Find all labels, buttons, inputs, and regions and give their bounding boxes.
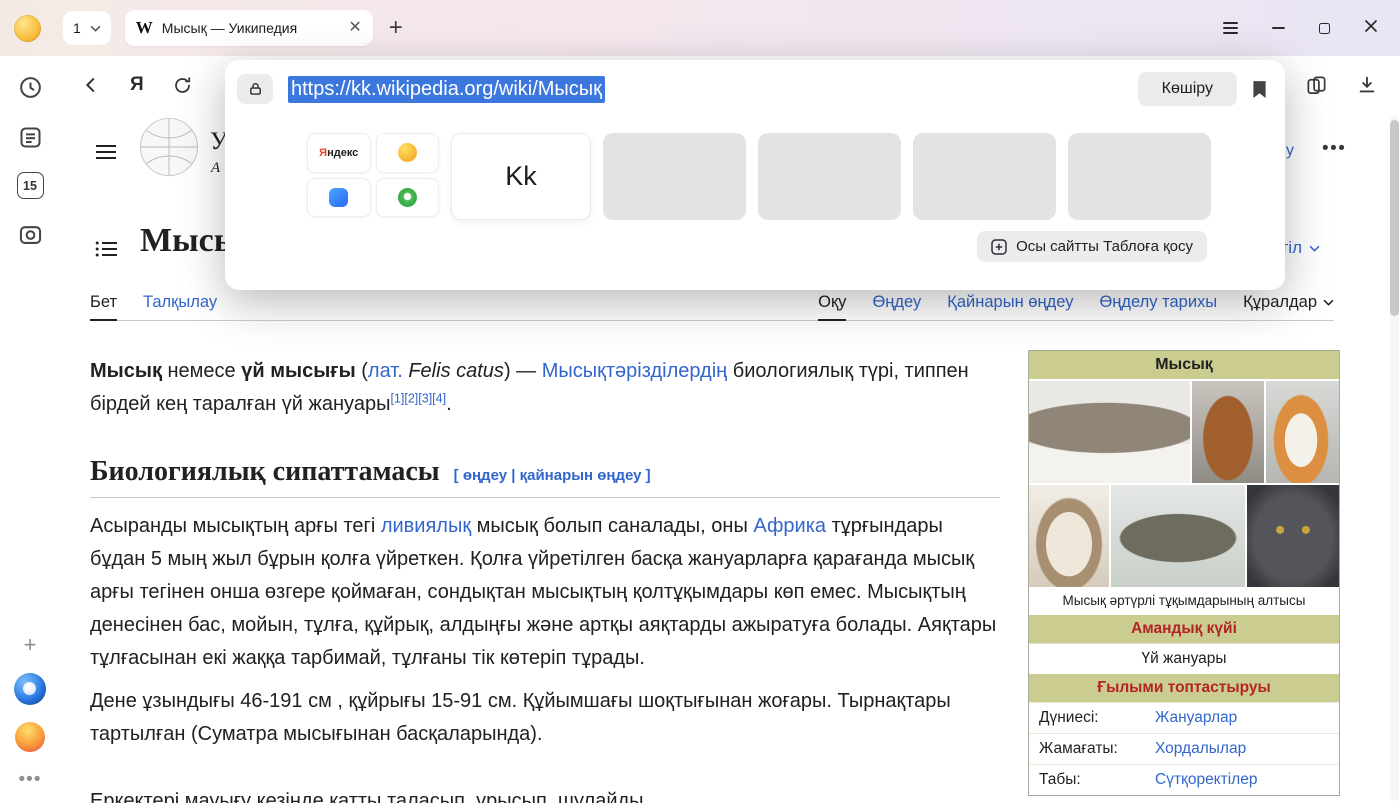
green-service-icon [398,188,417,207]
paragraph-3: Еркектері мауығу кезінде қатты таласып, … [90,785,998,803]
tab-edit[interactable]: Өңдеу [872,293,921,320]
minimize-button[interactable] [1272,27,1285,29]
history-icon[interactable] [15,72,45,102]
tablo-tiles: Яндекс Kk [225,133,1285,220]
sidebar-more-icon[interactable]: ••• [19,769,42,791]
omnibox-panel: https://kk.wikipedia.org/wiki/Мысық Көші… [225,60,1285,290]
tab-history[interactable]: Өңделу тарихы [1099,293,1217,320]
sidebar-bottom: + ••• [14,634,46,791]
profile-avatar[interactable] [14,15,41,42]
copy-url-button[interactable]: Көшіру [1138,72,1237,106]
header-link-partial[interactable]: у [1286,142,1294,160]
paragraph-1: Асыранды мысықтың арғы тегі ливиялық мыс… [90,510,998,675]
wikipedia-favicon: W [136,18,153,38]
taxonomy-row: Жамағаты: Хордалылар [1029,733,1339,764]
collections-icon[interactable] [1305,74,1328,97]
wikipedia-tagline-partial: A [211,160,220,177]
browser-menu-icon[interactable] [1223,22,1238,34]
tablo-empty-tile[interactable] [1068,133,1211,220]
feed-icon[interactable] [15,122,45,152]
cat-photo-abyssinian[interactable] [1192,381,1264,483]
messenger-icon [329,188,348,207]
taxonomy-link[interactable]: Хордалылар [1155,740,1246,758]
browser-window: 1 W Мысық — Уикипедия ✕ + [0,0,1400,803]
section-heading: Биологиялық сипаттамасы [ өңдеу | қайнар… [90,456,1000,498]
section-title: Биологиялық сипаттамасы [90,456,440,488]
taxonomy-link[interactable]: Жануарлар [1155,709,1237,727]
intro-paragraph: Мысық немесе үй мысығы (лат. Felis catus… [90,355,996,421]
tabs-panel-button[interactable]: 15 [17,172,44,199]
close-window-button[interactable] [1364,19,1378,38]
tab-counter-button[interactable]: 1 [63,11,111,45]
services-logo[interactable] [15,722,45,752]
tab-edit-source[interactable]: Қайнарын өңдеу [947,293,1073,320]
url-row: https://kk.wikipedia.org/wiki/Мысық Көші… [225,60,1285,106]
downloads-icon[interactable] [1356,74,1378,96]
maximize-button[interactable] [1319,23,1330,34]
taxonomy-row: Табы: Сүтқоректілер [1029,764,1339,795]
smiley-icon [398,143,417,162]
messenger-service-tile[interactable] [307,178,371,218]
cat-photo-tabby-lying[interactable] [1029,381,1190,483]
tab-talk[interactable]: Талқылау [143,293,217,320]
tab-counter-label: 1 [73,20,81,36]
tablo-empty-tile[interactable] [603,133,746,220]
tablo-empty-tile[interactable] [913,133,1056,220]
url-input[interactable]: https://kk.wikipedia.org/wiki/Мысық [288,76,605,103]
browser-tab-active[interactable]: W Мысық — Уикипедия ✕ [125,10,373,46]
reload-icon[interactable] [172,75,193,96]
taxonomy-row: Дүниесі: Жануарлар [1029,702,1339,733]
smiley-service-tile[interactable] [376,133,440,173]
scrollbar-track[interactable] [1390,116,1399,801]
infobox-photo-grid [1029,379,1339,587]
cat-photo-white-orange[interactable] [1266,381,1339,483]
infobox-status-header: Амандық күйі [1029,615,1339,643]
infobox-taxonomy-header: Ғылыми топтастыруы [1029,674,1339,702]
site-security-button[interactable] [237,74,273,104]
paragraph-2: Дене ұзындығы 46-191 см , құйрығы 15-91 … [90,685,998,751]
cat-photo-tabby-walking[interactable] [1111,485,1245,587]
page-tabs: Бет Талқылау Оқу Өңдеу Қайнарын өңдеу Өң… [90,288,1334,321]
cat-photo-gray[interactable] [1247,485,1339,587]
bookmark-icon[interactable] [1252,80,1267,99]
tablo-empty-tile[interactable] [758,133,901,220]
scrollbar-thumb[interactable] [1390,120,1399,316]
tab-read[interactable]: Оқу [818,293,846,321]
wikipedia-logo[interactable] [138,116,200,183]
wiki-menu-icon[interactable] [95,144,117,165]
window-controls [1223,19,1378,38]
titlebar: 1 W Мысық — Уикипедия ✕ + [0,0,1400,56]
green-service-tile[interactable] [376,178,440,218]
yandex-service-tile[interactable]: Яндекс [307,133,371,173]
close-tab-icon[interactable]: ✕ [348,20,361,36]
tab-tools[interactable]: Құралдар [1243,293,1334,320]
yandex-search-icon[interactable]: Я [130,74,144,96]
tablo-tile-kk[interactable]: Kk [451,133,591,220]
infobox: Мысық Мысық әртүрлі тұқымдарының алтысы … [1028,350,1340,796]
taxonomy-link[interactable]: Сүтқоректілер [1155,771,1257,789]
cat-photo-siamese[interactable] [1029,485,1109,587]
sidebar-add-icon[interactable]: + [24,634,37,656]
contents-list-icon[interactable] [95,240,118,263]
infobox-caption: Мысық әртүрлі тұқымдарының алтысы [1029,587,1339,615]
infobox-title: Мысық [1029,351,1339,379]
screenshot-icon[interactable] [15,219,45,249]
sidebar: 15 + ••• [0,56,60,803]
section-edit-links[interactable]: [ өңдеу | қайнарын өңдеу ] [454,467,651,484]
infobox-status-value: Үй жануары [1029,643,1339,674]
services-tile-group: Яндекс [307,133,439,217]
add-to-tablo-button[interactable]: Осы сайтты Таблоға қосу [977,231,1207,262]
back-icon[interactable] [80,74,102,96]
tab-article[interactable]: Бет [90,293,117,321]
new-tab-button[interactable]: + [389,16,403,40]
tab-title: Мысық — Уикипедия [162,20,340,36]
yandex-browser-logo[interactable] [14,673,46,705]
header-more-icon[interactable]: ••• [1322,138,1346,160]
chevron-down-icon [90,25,101,32]
